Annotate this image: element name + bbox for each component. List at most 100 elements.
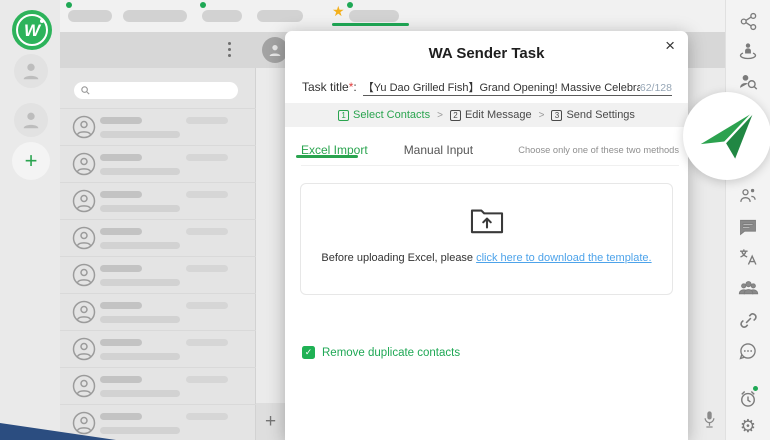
message-preview-skeleton xyxy=(100,353,180,360)
team-icon[interactable] xyxy=(737,277,759,299)
active-tab-underline xyxy=(296,155,358,158)
contact-name-skeleton xyxy=(100,228,142,235)
timestamp-skeleton xyxy=(186,191,228,198)
step-send-settings[interactable]: 3 Send Settings xyxy=(551,109,635,121)
step-edit-message[interactable]: 2 Edit Message xyxy=(450,109,532,121)
search-icon xyxy=(80,85,91,96)
step-separator: > xyxy=(437,110,443,121)
timestamp-skeleton xyxy=(186,228,228,235)
dedupe-option: ✓ Remove duplicate contacts xyxy=(302,346,460,359)
step-label: Edit Message xyxy=(465,109,532,121)
tab-excel-import[interactable]: Excel Import xyxy=(301,143,368,157)
contact-name-skeleton xyxy=(100,154,142,161)
chat-list-item[interactable] xyxy=(60,108,256,145)
upload-folder-icon xyxy=(469,204,505,240)
download-template-link[interactable]: click here to download the template. xyxy=(476,252,652,264)
chat-list xyxy=(60,108,256,440)
new-chat-plus-button[interactable]: + xyxy=(256,403,285,440)
timestamp-skeleton xyxy=(186,265,228,272)
chat-list-panel xyxy=(60,32,256,440)
send-task-button[interactable] xyxy=(683,92,770,180)
timestamp-skeleton xyxy=(186,302,228,309)
app-logo[interactable]: W xyxy=(12,10,52,50)
chat-list-item[interactable] xyxy=(60,182,256,219)
share-network-icon[interactable] xyxy=(737,10,759,32)
tab-manual-input[interactable]: Manual Input xyxy=(404,143,473,157)
close-icon[interactable]: × xyxy=(665,37,675,54)
message-preview-skeleton xyxy=(100,390,180,397)
chat-list-item[interactable] xyxy=(60,367,256,404)
contact-avatar-icon xyxy=(72,411,96,435)
contact-avatar-icon xyxy=(72,337,96,361)
group-contacts-icon[interactable] xyxy=(737,185,759,207)
chat-list-item[interactable] xyxy=(60,404,256,440)
user-location-icon[interactable] xyxy=(737,40,759,62)
plus-icon: + xyxy=(265,411,276,433)
chat-list-item[interactable] xyxy=(60,145,256,182)
wa-sender-task-modal: WA Sender Task × Task title*: 62/128 1 S… xyxy=(285,31,688,440)
step-label: Select Contacts xyxy=(353,109,430,121)
task-title-field: 62/128 xyxy=(363,79,672,96)
link-icon[interactable] xyxy=(737,309,759,331)
favorite-star-icon: ★ xyxy=(332,4,345,18)
dedupe-checkbox[interactable]: ✓ xyxy=(302,346,315,359)
person-icon xyxy=(20,109,42,131)
contact-name-skeleton xyxy=(100,117,142,124)
menu-kebab-icon[interactable] xyxy=(228,42,232,60)
top-tab-skeleton[interactable] xyxy=(257,10,303,22)
person-icon xyxy=(20,60,42,82)
chat-list-item[interactable] xyxy=(60,330,256,367)
timestamp-skeleton xyxy=(186,154,228,161)
contact-name-skeleton xyxy=(100,265,142,272)
settings-gear-icon[interactable]: ⚙ xyxy=(737,415,759,437)
search-input[interactable] xyxy=(74,82,238,99)
contact-search-icon[interactable] xyxy=(737,71,759,93)
support-headset-icon[interactable] xyxy=(737,340,759,362)
task-title-input[interactable] xyxy=(363,79,640,95)
contact-name-skeleton xyxy=(100,339,142,346)
task-title-row: Task title*: 62/128 xyxy=(302,79,672,96)
timestamp-skeleton xyxy=(186,413,228,420)
chat-list-item[interactable] xyxy=(60,219,256,256)
person-icon xyxy=(267,42,283,58)
app-window: ★ W + xyxy=(0,0,770,440)
import-tabs: Excel Import Manual Input Choose only on… xyxy=(301,135,679,166)
step-number: 3 xyxy=(551,110,562,121)
contact-avatar-icon xyxy=(72,226,96,250)
step-number: 1 xyxy=(338,110,349,121)
top-tab-skeleton[interactable] xyxy=(123,10,187,22)
account-avatar-1[interactable] xyxy=(14,54,48,88)
upload-hint: Before uploading Excel, please click her… xyxy=(301,252,672,264)
add-account-button[interactable]: + xyxy=(12,142,50,180)
timestamp-skeleton xyxy=(186,339,228,346)
top-tab-skeleton[interactable] xyxy=(68,10,112,22)
message-preview-skeleton xyxy=(100,168,180,175)
tabs-note: Choose only one of these two methods xyxy=(518,145,679,155)
active-dot xyxy=(66,2,72,8)
contact-name-skeleton xyxy=(100,376,142,383)
timestamp-skeleton xyxy=(186,117,228,124)
contact-avatar-icon xyxy=(72,374,96,398)
chat-list-item[interactable] xyxy=(60,293,256,330)
chat-list-header xyxy=(60,32,256,68)
active-dot xyxy=(347,2,353,8)
top-tab-skeleton[interactable]: ★ xyxy=(349,10,399,22)
contact-avatar-icon xyxy=(72,115,96,139)
message-preview-skeleton xyxy=(100,205,180,212)
step-separator: > xyxy=(539,110,545,121)
excel-upload-dropzone[interactable]: Before uploading Excel, please click her… xyxy=(300,183,673,295)
reminder-clock-icon[interactable] xyxy=(737,388,759,410)
translate-icon[interactable] xyxy=(737,246,759,268)
account-avatar-2[interactable] xyxy=(14,103,48,137)
top-tab-skeleton[interactable] xyxy=(202,10,242,22)
gear-glyph: ⚙ xyxy=(740,417,756,435)
left-account-rail: W + xyxy=(0,0,60,440)
microphone-icon[interactable] xyxy=(702,410,717,434)
char-counter: 62/128 xyxy=(640,82,672,95)
notification-dot xyxy=(753,386,758,391)
chat-list-item[interactable] xyxy=(60,256,256,293)
chat-message-icon[interactable] xyxy=(737,216,759,238)
active-dot xyxy=(200,2,206,8)
message-preview-skeleton xyxy=(100,242,180,249)
step-select-contacts[interactable]: 1 Select Contacts xyxy=(338,109,430,121)
